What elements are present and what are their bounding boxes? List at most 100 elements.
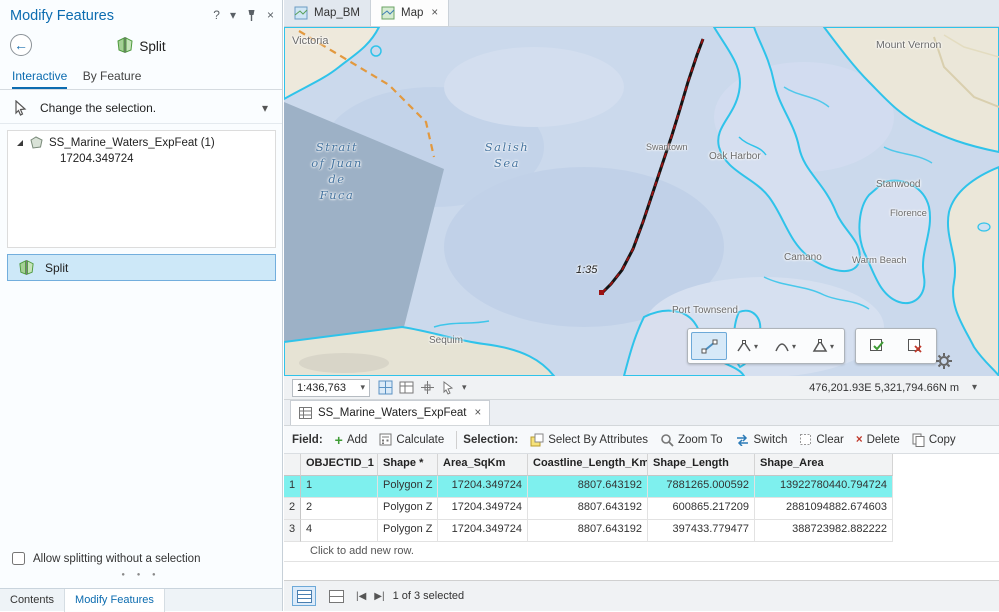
change-selection-row[interactable]: Change the selection. ▾ — [0, 92, 282, 124]
snap-pointer-icon[interactable] — [441, 380, 456, 395]
row-selector[interactable]: 3 — [284, 520, 301, 542]
tab-contents[interactable]: Contents — [0, 589, 65, 612]
tab-modify-features[interactable]: Modify Features — [65, 589, 165, 612]
form-view-button[interactable] — [324, 586, 348, 606]
change-selection-label: Change the selection. — [40, 101, 156, 115]
close-icon[interactable]: × — [475, 407, 482, 419]
cell-shape-area[interactable]: 2881094882.674603 — [755, 498, 893, 520]
cell-objectid[interactable]: 2 — [301, 498, 378, 520]
cell-shape[interactable]: Polygon Z — [378, 520, 438, 542]
label-mount-vernon: Mount Vernon — [876, 39, 941, 51]
delete-sketch-button[interactable] — [897, 332, 933, 360]
table-row[interactable]: 1 1 Polygon Z 17204.349724 8807.643192 7… — [284, 476, 999, 498]
close-icon[interactable]: × — [267, 8, 274, 22]
table-icon — [299, 407, 312, 419]
split-list-item[interactable]: Split — [7, 254, 276, 281]
chevron-down-icon[interactable]: ▾ — [262, 101, 268, 115]
cell-objectid[interactable]: 4 — [301, 520, 378, 542]
row-selector[interactable]: 1 — [284, 476, 301, 498]
tree-feature-value[interactable]: 17204.349724 — [8, 151, 275, 165]
label-swantown: Swantown — [646, 142, 688, 152]
chevron-down-icon[interactable]: ▾ — [792, 342, 796, 351]
zoom-to-button[interactable]: Zoom To — [654, 431, 729, 449]
add-new-row-hint[interactable]: Click to add new row. — [284, 542, 999, 562]
row-selector[interactable]: 2 — [284, 498, 301, 520]
angle-icon — [736, 339, 752, 353]
select-by-attributes-button[interactable]: Select By Attributes — [524, 431, 654, 449]
pin-icon[interactable] — [246, 9, 257, 22]
chevron-down-icon[interactable]: ▾ — [230, 8, 236, 22]
expand-arrow-icon[interactable] — [16, 139, 24, 147]
cell-shape-area[interactable]: 13922780440.794724 — [755, 476, 893, 498]
column-header-shape-area[interactable]: Shape_Area — [755, 454, 893, 476]
allow-splitting-checkbox[interactable] — [12, 552, 25, 565]
column-header-shape-length[interactable]: Shape_Length — [648, 454, 755, 476]
editing-toolbar: ▾ ▾ ▾ — [687, 328, 937, 364]
table-view-button[interactable] — [292, 586, 316, 606]
finish-sketch-button[interactable] — [859, 332, 895, 360]
chevron-down-icon[interactable]: ▾ — [830, 342, 834, 351]
snap-crosshair-icon[interactable] — [420, 380, 435, 395]
pane-bottom-tabs: ContentsModify Features — [0, 588, 282, 611]
label-strait-of-juan-de-fuca: Strait of Juan de Fuca — [310, 139, 364, 203]
selection-tree: SS_Marine_Waters_ExpFeat (1) 17204.34972… — [7, 130, 276, 248]
cell-area[interactable]: 17204.349724 — [438, 498, 528, 520]
column-header-coastline[interactable]: Coastline_Length_Km — [528, 454, 648, 476]
cell-shape-area[interactable]: 388723982.882222 — [755, 520, 893, 542]
cell-area[interactable]: 17204.349724 — [438, 476, 528, 498]
cell-objectid[interactable]: 1 — [301, 476, 378, 498]
tab-map-bm[interactable]: Map_BM — [284, 0, 371, 26]
cell-coastline[interactable]: 8807.643192 — [528, 498, 648, 520]
cell-shape-length[interactable]: 397433.779477 — [648, 520, 755, 542]
pane-tabs: Interactive By Feature — [0, 66, 282, 90]
cell-shape-length[interactable]: 600865.217209 — [648, 498, 755, 520]
tab-attribute-table[interactable]: SS_Marine_Waters_ExpFeat × — [290, 400, 490, 425]
cell-coastline[interactable]: 8807.643192 — [528, 520, 648, 542]
chevron-down-icon[interactable]: ▾ — [972, 382, 977, 393]
table-row[interactable]: 2 2 Polygon Z 17204.349724 8807.643192 6… — [284, 498, 999, 520]
table-grid-icon[interactable] — [399, 380, 414, 395]
first-record-icon[interactable]: |◀ — [356, 591, 366, 602]
arc-tool-button[interactable]: ▾ — [767, 332, 803, 360]
last-record-icon[interactable]: ▶| — [374, 591, 384, 602]
line-segment-tool-button[interactable] — [691, 332, 727, 360]
row-selector-header[interactable] — [284, 454, 301, 476]
cell-area[interactable]: 17204.349724 — [438, 520, 528, 542]
column-header-area[interactable]: Area_SqKm — [438, 454, 528, 476]
cell-shape[interactable]: Polygon Z — [378, 476, 438, 498]
map-canvas[interactable]: Victoria Mount Vernon Strait of Juan de … — [284, 27, 999, 376]
right-angle-tool-button[interactable]: ▾ — [729, 332, 765, 360]
delete-selected-button[interactable]: ×Delete — [850, 432, 906, 448]
pane-header: Modify Features ? ▾ × — [0, 0, 282, 32]
sketch-tool-group: ▾ ▾ ▾ — [687, 328, 845, 364]
toolbar-separator — [456, 431, 457, 449]
tab-by-feature[interactable]: By Feature — [83, 66, 142, 89]
trace-tool-button[interactable]: ▾ — [805, 332, 841, 360]
attribute-table: OBJECTID_1 * Shape * Area_SqKm Coastline… — [284, 454, 999, 580]
polygon-trace-icon — [812, 339, 828, 353]
cell-shape-length[interactable]: 7881265.000592 — [648, 476, 755, 498]
cell-coastline[interactable]: 8807.643192 — [528, 476, 648, 498]
close-icon[interactable]: × — [431, 7, 438, 19]
chevron-down-icon[interactable]: ▾ — [462, 382, 467, 393]
calculate-button[interactable]: Calculate — [373, 431, 450, 448]
snapping-gear-icon[interactable] — [936, 353, 952, 369]
arcgis-pro-window: Modify Features ? ▾ × ← Split Interactiv… — [0, 0, 999, 611]
clear-selection-button[interactable]: Clear — [793, 431, 849, 448]
add-field-button[interactable]: +Add — [329, 432, 374, 448]
label-port-townsend: Port Townsend — [672, 305, 738, 316]
column-header-shape[interactable]: Shape * — [378, 454, 438, 476]
tree-layer-item[interactable]: SS_Marine_Waters_ExpFeat (1) — [8, 131, 275, 151]
cell-shape[interactable]: Polygon Z — [378, 498, 438, 520]
switch-selection-button[interactable]: Switch — [729, 432, 794, 448]
tab-map[interactable]: Map × — [371, 0, 449, 26]
grid-blue-icon[interactable] — [378, 380, 393, 395]
map-icon — [294, 6, 308, 20]
copy-button[interactable]: Copy — [906, 431, 962, 449]
column-header-objectid[interactable]: OBJECTID_1 * — [301, 454, 378, 476]
help-icon[interactable]: ? — [213, 8, 220, 22]
tab-interactive[interactable]: Interactive — [12, 66, 67, 89]
chevron-down-icon[interactable]: ▾ — [754, 342, 758, 351]
table-row[interactable]: 3 4 Polygon Z 17204.349724 8807.643192 3… — [284, 520, 999, 542]
scale-dropdown[interactable]: 1:436,763 ▾ — [292, 379, 370, 397]
